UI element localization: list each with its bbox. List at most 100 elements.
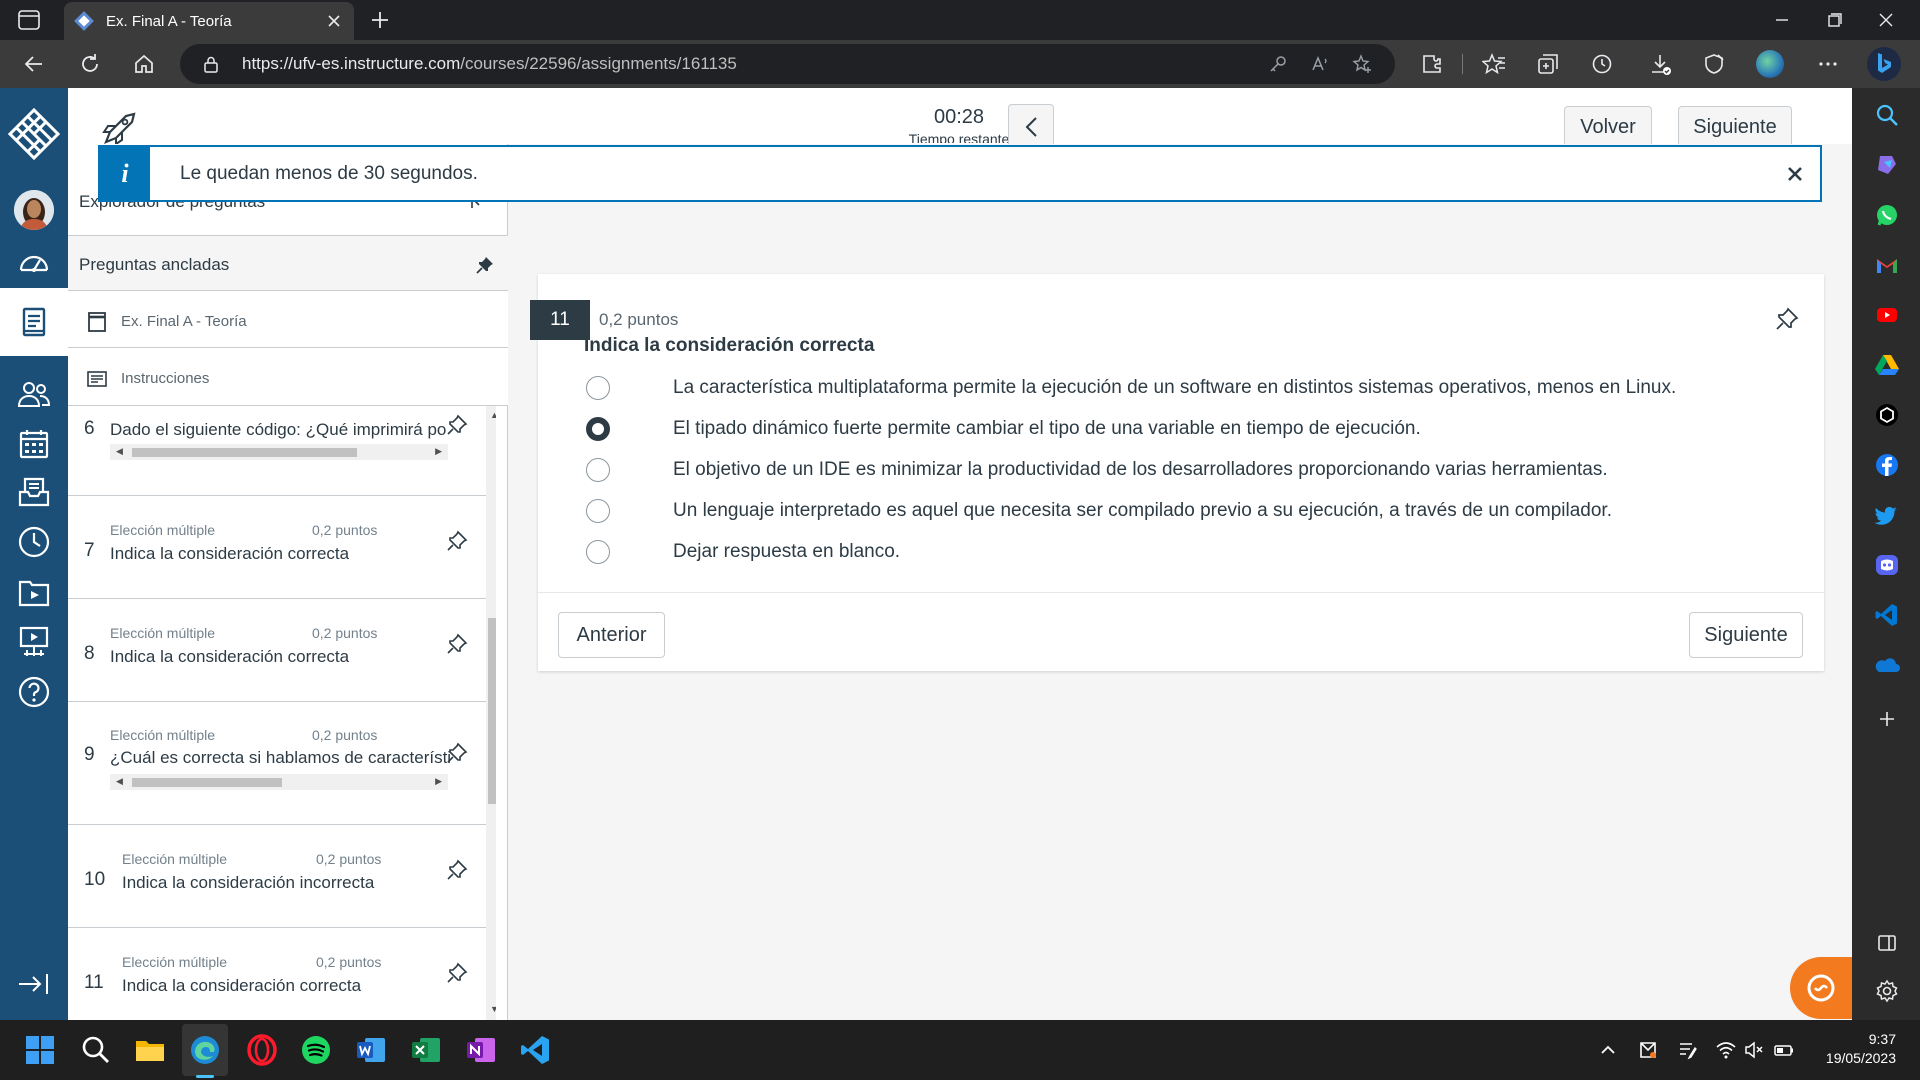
vscode-icon[interactable] — [1874, 602, 1900, 628]
windows-start-icon[interactable] — [24, 1034, 56, 1066]
vscode-icon[interactable] — [520, 1034, 552, 1066]
history-clock-icon[interactable] — [16, 524, 52, 560]
back-button[interactable]: Volver — [1564, 106, 1652, 148]
discord-icon[interactable] — [1874, 552, 1900, 578]
tab-actions-icon[interactable] — [18, 10, 40, 30]
twitter-icon[interactable] — [1874, 502, 1900, 528]
pin-icon[interactable] — [446, 530, 468, 552]
question-list-item[interactable]: Elección múltiple 0,2 puntos 8 Indica la… — [68, 599, 486, 702]
close-icon[interactable] — [1786, 165, 1804, 183]
extensions-icon[interactable] — [1420, 52, 1444, 76]
radio-button[interactable] — [586, 376, 610, 400]
favorites-icon[interactable] — [1482, 52, 1506, 76]
add-icon[interactable] — [1874, 706, 1900, 732]
close-tab-icon[interactable] — [324, 11, 344, 31]
sidebar-toggle-icon[interactable] — [1874, 930, 1900, 956]
quiz-overview-link[interactable]: Ex. Final A - Teoría — [68, 291, 508, 348]
opera-icon[interactable] — [246, 1034, 278, 1066]
edge-browser-icon[interactable] — [189, 1034, 221, 1066]
wifi-icon[interactable] — [1716, 1040, 1736, 1060]
onenote-icon[interactable] — [465, 1034, 497, 1066]
minimize-icon[interactable] — [1770, 8, 1794, 32]
scroll-thumb[interactable] — [132, 448, 357, 457]
scroll-left-arrow-icon[interactable]: ◀ — [116, 776, 123, 787]
vertical-scrollbar[interactable]: ▲ ▼ — [486, 406, 496, 1020]
search-icon[interactable] — [1874, 102, 1900, 128]
back-arrow-icon[interactable] — [22, 52, 46, 76]
inbox-icon[interactable] — [16, 474, 52, 510]
question-list-item[interactable]: Elección múltiple 0,2 puntos 7 Indica la… — [68, 496, 486, 599]
pin-icon[interactable] — [446, 859, 468, 881]
chatgpt-icon[interactable] — [1874, 402, 1900, 428]
home-icon[interactable] — [132, 52, 156, 76]
radio-button[interactable] — [586, 540, 610, 564]
history-icon[interactable] — [1590, 52, 1614, 76]
spotify-icon[interactable] — [300, 1034, 332, 1066]
app-tray-icon[interactable] — [1638, 1040, 1658, 1060]
key-icon[interactable] — [1268, 54, 1288, 74]
chat-help-button[interactable] — [1790, 957, 1852, 1019]
horizontal-scrollbar[interactable]: ◀ ▶ — [110, 774, 448, 790]
commons-icon[interactable] — [16, 624, 52, 660]
calendar-icon[interactable] — [16, 426, 52, 462]
question-list-item[interactable]: Elección múltiple 6 Dado el siguiente có… — [68, 406, 486, 496]
settings-gear-icon[interactable] — [1874, 978, 1900, 1004]
scroll-right-arrow-icon[interactable]: ▶ — [435, 776, 442, 787]
search-icon[interactable] — [80, 1034, 112, 1066]
studio-icon[interactable] — [16, 574, 52, 610]
next-button[interactable]: Siguiente — [1689, 612, 1803, 658]
read-aloud-icon[interactable] — [1310, 54, 1330, 74]
user-avatar[interactable] — [14, 190, 54, 230]
excel-icon[interactable] — [410, 1034, 442, 1066]
pin-icon[interactable] — [1775, 307, 1799, 331]
more-options-icon[interactable] — [1816, 52, 1840, 76]
word-icon[interactable] — [355, 1034, 387, 1066]
groups-icon[interactable] — [16, 376, 52, 412]
scroll-up-arrow-icon[interactable]: ▲ — [490, 410, 496, 420]
pin-icon[interactable] — [446, 962, 468, 984]
copilot-icon[interactable] — [1874, 152, 1900, 178]
question-list-item[interactable]: Elección múltiple 0,2 puntos 10 Indica l… — [68, 825, 486, 928]
dashboard-icon[interactable] — [16, 244, 52, 280]
next-button-header[interactable]: Siguiente — [1678, 106, 1792, 148]
profile-avatar[interactable] — [1756, 50, 1784, 78]
radio-button[interactable] — [586, 458, 610, 482]
lock-icon[interactable] — [202, 55, 220, 73]
radio-button-selected[interactable] — [586, 417, 610, 441]
help-icon[interactable] — [16, 674, 52, 710]
volume-muted-icon[interactable] — [1744, 1040, 1764, 1060]
google-drive-icon[interactable] — [1874, 352, 1900, 378]
question-list-item[interactable]: Elección múltiple 0,2 puntos 9 ¿Cuál es … — [68, 702, 486, 825]
system-clock[interactable]: 9:37 19/05/2023 — [1826, 1030, 1896, 1068]
pin-icon[interactable] — [446, 742, 468, 764]
restore-icon[interactable] — [1822, 8, 1846, 32]
pen-menu-icon[interactable] — [1678, 1040, 1698, 1060]
collapse-nav-icon[interactable] — [16, 966, 52, 1002]
radio-button[interactable] — [586, 499, 610, 523]
pin-icon[interactable] — [446, 414, 468, 436]
add-favorite-icon[interactable] — [1352, 54, 1372, 74]
address-bar[interactable]: https://ufv-es.instructure.com/courses/2… — [180, 44, 1395, 84]
institution-logo-icon[interactable] — [4, 104, 64, 164]
url-text[interactable]: https://ufv-es.instructure.com/courses/2… — [242, 54, 737, 74]
downloads-icon[interactable] — [1648, 52, 1672, 76]
facebook-icon[interactable] — [1874, 452, 1900, 478]
whatsapp-icon[interactable] — [1874, 202, 1900, 228]
bing-copilot-icon[interactable] — [1866, 46, 1902, 82]
pinned-questions[interactable]: Preguntas ancladas — [68, 236, 508, 291]
onedrive-icon[interactable] — [1874, 652, 1900, 678]
browser-tab[interactable]: Ex. Final A - Teoría — [64, 2, 354, 40]
question-list-item[interactable]: Elección múltiple 0,2 puntos 11 Indica l… — [68, 928, 486, 1020]
scroll-down-arrow-icon[interactable]: ▼ — [490, 1004, 496, 1014]
scroll-left-arrow-icon[interactable]: ◀ — [116, 446, 123, 457]
close-window-icon[interactable] — [1874, 8, 1898, 32]
refresh-icon[interactable] — [78, 52, 102, 76]
chevron-up-icon[interactable] — [1598, 1040, 1618, 1060]
new-tab-icon[interactable] — [368, 8, 392, 32]
previous-button[interactable]: Anterior — [558, 612, 665, 658]
pin-icon[interactable] — [446, 633, 468, 655]
courses-icon[interactable] — [16, 304, 52, 340]
battery-icon[interactable] — [1774, 1040, 1794, 1060]
collections-icon[interactable] — [1536, 52, 1560, 76]
scroll-right-arrow-icon[interactable]: ▶ — [435, 446, 442, 457]
